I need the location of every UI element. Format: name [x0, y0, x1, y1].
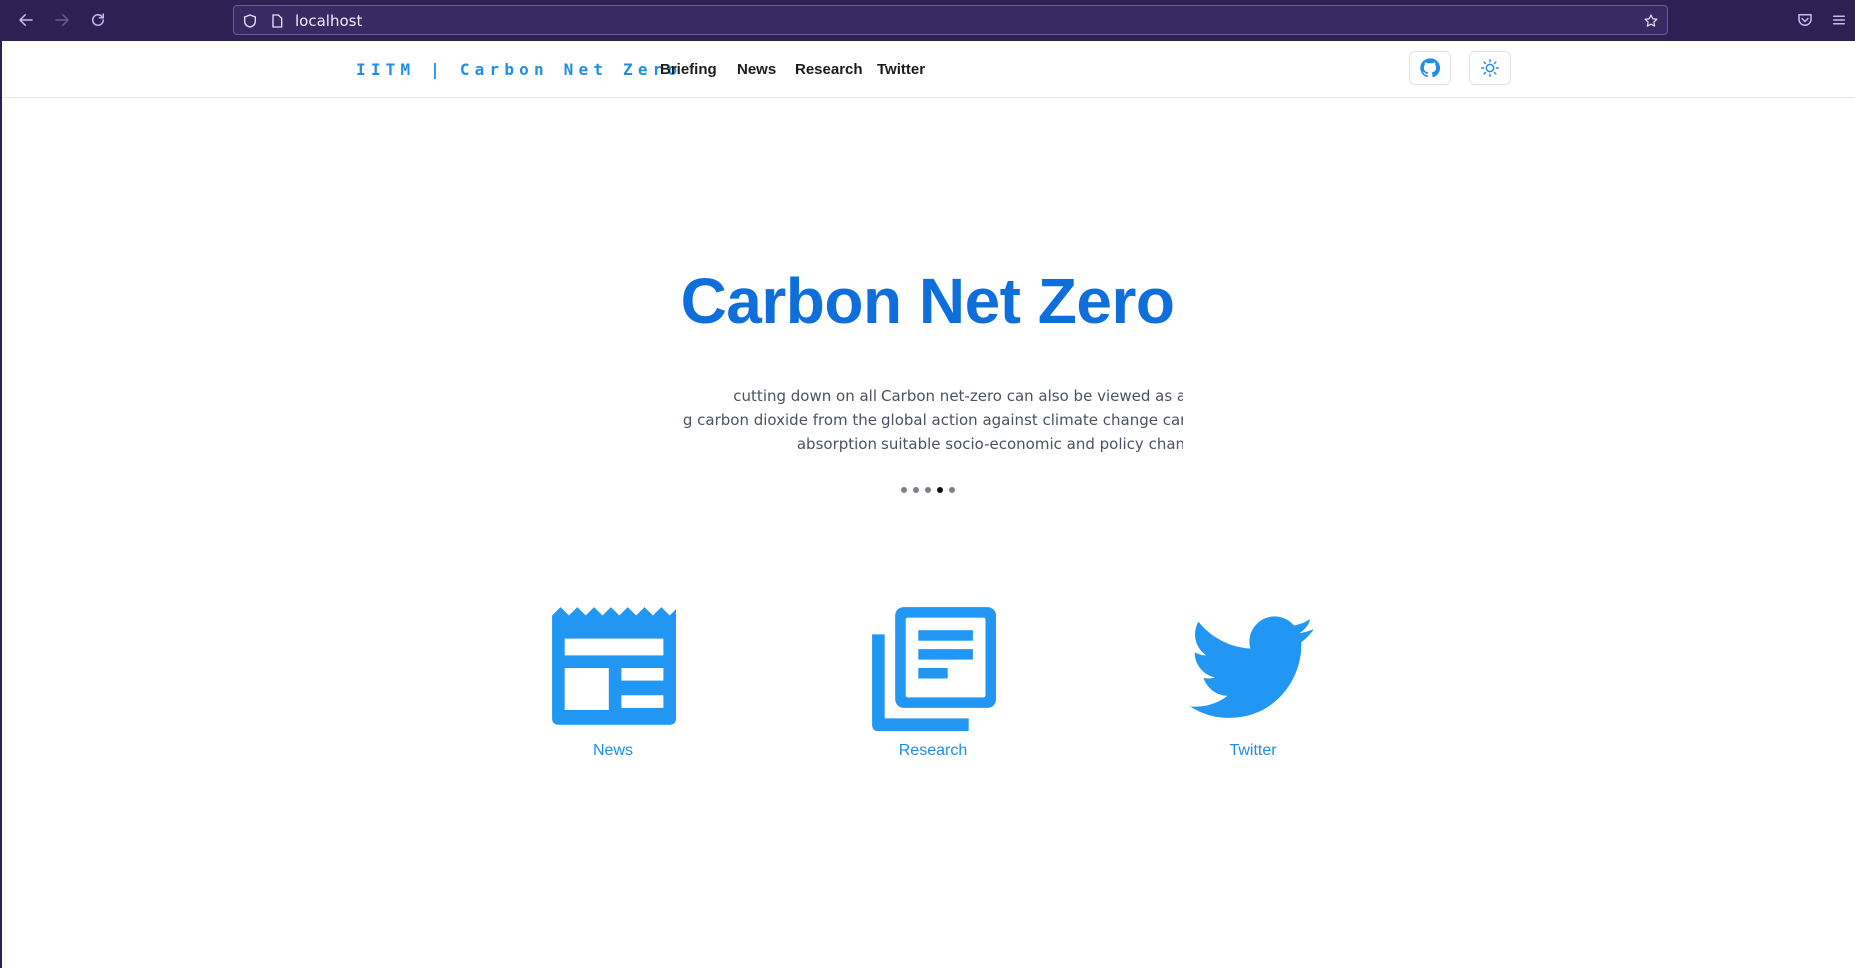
browser-toolbar: localhost	[0, 0, 1855, 41]
twitter-card-label[interactable]: Twitter	[1173, 742, 1333, 760]
menu-button[interactable]	[1827, 8, 1851, 32]
newspaper-icon	[552, 607, 676, 725]
slide-line: Carbon net-zero can also be viewed as a …	[881, 387, 1183, 405]
twitter-bird-icon	[1190, 616, 1314, 718]
research-card[interactable]: Research	[853, 605, 1013, 765]
carousel-dot[interactable]	[925, 487, 931, 493]
pocket-button[interactable]	[1793, 8, 1817, 32]
nav-news[interactable]: News	[737, 61, 776, 78]
hamburger-menu-icon	[1833, 15, 1845, 25]
pocket-icon	[1798, 14, 1812, 26]
slide-line: ng carbon dioxide from the	[682, 411, 877, 429]
forward-arrow-icon	[55, 14, 69, 26]
carousel-dot[interactable]	[913, 487, 919, 493]
github-button[interactable]	[1409, 51, 1451, 85]
forward-button[interactable]	[50, 8, 74, 32]
bookmark-star-icon[interactable]	[1643, 13, 1659, 29]
back-arrow-icon	[19, 14, 33, 26]
theme-toggle-button[interactable]	[1469, 51, 1511, 85]
research-card-label[interactable]: Research	[853, 742, 1013, 760]
carousel-slide-current: Carbon net-zero can also be viewed as a …	[881, 384, 1183, 456]
carousel-dots	[901, 487, 955, 495]
reload-button[interactable]	[86, 8, 110, 32]
sun-icon	[1481, 59, 1499, 77]
nav-twitter[interactable]: Twitter	[877, 61, 925, 78]
nav-briefing[interactable]: Briefing	[660, 61, 717, 78]
carousel-slide-previous: cutting down on all ng carbon dioxide fr…	[682, 384, 877, 456]
carousel-dot[interactable]	[901, 487, 907, 493]
back-button[interactable]	[14, 8, 38, 32]
brand-link[interactable]: IITM | Carbon Net Zero	[356, 60, 682, 79]
news-card-label[interactable]: News	[533, 742, 693, 760]
shield-icon[interactable]	[242, 13, 258, 29]
slide-line: suitable socio-economic and policy chang	[881, 435, 1183, 453]
address-bar[interactable]: localhost	[233, 5, 1668, 35]
carousel-dot[interactable]	[937, 487, 943, 493]
url-text[interactable]: localhost	[295, 12, 362, 30]
twitter-card[interactable]: Twitter	[1173, 605, 1333, 765]
slide-line: cutting down on all	[733, 387, 877, 405]
news-card[interactable]: News	[533, 605, 693, 765]
page-icon	[272, 14, 283, 28]
reload-icon	[92, 13, 104, 26]
github-icon	[1420, 58, 1441, 78]
slide-line: global action against climate change can…	[881, 411, 1183, 429]
site-header: IITM | Carbon Net Zero Briefing News Res…	[2, 41, 1855, 98]
article-stack-icon	[872, 607, 996, 731]
window-edge	[0, 41, 2, 968]
carousel[interactable]: cutting down on all ng carbon dioxide fr…	[682, 384, 1183, 456]
nav-research[interactable]: Research	[795, 61, 863, 78]
slide-line: absorption	[796, 435, 877, 453]
hero-title: Carbon Net Zero	[680, 265, 1175, 337]
carousel-dot[interactable]	[949, 487, 955, 493]
